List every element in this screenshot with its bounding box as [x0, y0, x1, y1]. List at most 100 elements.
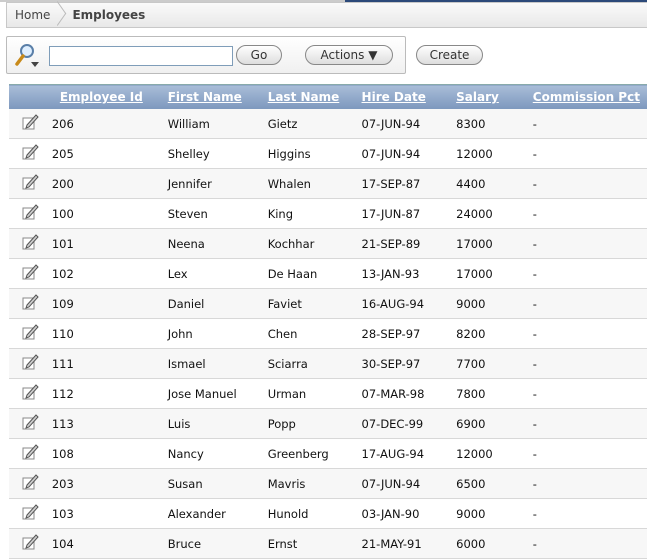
edit-cell: [9, 109, 52, 139]
cell-salary: 12000: [448, 438, 525, 469]
edit-pencil-icon[interactable]: [21, 294, 40, 314]
column-header-commission-pct[interactable]: Commission Pct: [524, 84, 647, 109]
edit-pencil-icon[interactable]: [21, 114, 40, 134]
edit-pencil-icon[interactable]: [21, 474, 40, 494]
cell-commission-pct: -: [524, 258, 647, 289]
cell-employee-id: 110: [51, 318, 160, 349]
cell-salary: 8200: [448, 318, 525, 349]
cell-employee-id: 100: [51, 198, 160, 229]
cell-commission-pct: -: [524, 468, 647, 499]
edit-cell: [9, 348, 52, 379]
cell-first-name: Steven: [159, 198, 260, 229]
table-row: 203 Susan Mavris 07-JUN-94 6500-: [9, 468, 647, 499]
cell-hire-date: 03-JAN-90: [353, 498, 449, 529]
cell-employee-id: 206: [51, 109, 160, 139]
table-row: 110 John Chen 28-SEP-97 8200-: [9, 318, 647, 349]
column-header-employee-id[interactable]: Employee Id: [51, 84, 160, 109]
table-row: 104 Bruce Ernst 21-MAY-91 6000-: [9, 528, 647, 559]
cell-first-name: Luis: [159, 408, 260, 439]
cell-salary: 7700: [448, 348, 525, 379]
edit-pencil-icon[interactable]: [21, 144, 40, 164]
search-input[interactable]: [49, 46, 233, 66]
cell-first-name: John: [159, 318, 260, 349]
edit-pencil-icon[interactable]: [21, 504, 40, 524]
cell-first-name: Ismael: [159, 348, 260, 379]
cell-employee-id: 108: [51, 438, 160, 469]
cell-salary: 12000: [448, 138, 525, 169]
cell-salary: 9000: [448, 498, 525, 529]
table-row: 100 Steven King 17-JUN-87 24000-: [9, 198, 647, 229]
edit-cell: [9, 168, 52, 199]
search-bar: Go Actions ▼: [6, 36, 406, 74]
cell-last-name: Faviet: [259, 288, 354, 319]
edit-cell: [9, 498, 52, 529]
create-button[interactable]: Create: [416, 45, 483, 65]
cell-salary: 6000: [448, 528, 525, 559]
cell-salary: 7800: [448, 378, 525, 409]
cell-last-name: Hunold: [259, 498, 354, 529]
table-row: 101 Neena Kochhar 21-SEP-89 17000-: [9, 228, 647, 259]
cell-commission-pct: -: [524, 138, 647, 169]
edit-pencil-icon[interactable]: [21, 444, 40, 464]
table-row: 111 Ismael Sciarra 30-SEP-97 7700-: [9, 348, 647, 379]
cell-salary: 17000: [448, 228, 525, 259]
cell-hire-date: 21-SEP-89: [353, 228, 449, 259]
edit-cell: [9, 288, 52, 319]
cell-hire-date: 28-SEP-97: [353, 318, 449, 349]
cell-employee-id: 109: [51, 288, 160, 319]
table-row: 206 William Gietz 07-JUN-94 8300-: [9, 109, 647, 139]
cell-commission-pct: -: [524, 378, 647, 409]
cell-employee-id: 200: [51, 168, 160, 199]
cell-hire-date: 07-JUN-94: [353, 138, 449, 169]
cell-commission-pct: -: [524, 438, 647, 469]
cell-first-name: Jose Manuel: [159, 378, 260, 409]
cell-first-name: Daniel: [159, 288, 260, 319]
column-header-hire-date[interactable]: Hire Date: [353, 84, 449, 109]
edit-pencil-icon[interactable]: [21, 204, 40, 224]
cell-first-name: Nancy: [159, 438, 260, 469]
cell-first-name: Bruce: [159, 528, 260, 559]
column-header-first-name[interactable]: First Name: [159, 84, 260, 109]
cell-last-name: Gietz: [259, 109, 354, 139]
cell-employee-id: 111: [51, 348, 160, 379]
edit-pencil-icon[interactable]: [21, 534, 40, 554]
cell-salary: 6500: [448, 468, 525, 499]
column-header-last-name[interactable]: Last Name: [259, 84, 354, 109]
cell-last-name: Mavris: [259, 468, 354, 499]
column-header-salary[interactable]: Salary: [448, 84, 525, 109]
edit-pencil-icon[interactable]: [21, 324, 40, 344]
edit-column-header: [9, 84, 52, 109]
cell-employee-id: 103: [51, 498, 160, 529]
cell-hire-date: 16-AUG-94: [353, 288, 449, 319]
go-button[interactable]: Go: [236, 45, 282, 65]
cell-first-name: Neena: [159, 228, 260, 259]
edit-pencil-icon[interactable]: [21, 414, 40, 434]
cell-hire-date: 13-JAN-93: [353, 258, 449, 289]
cell-last-name: King: [259, 198, 354, 229]
cell-last-name: Higgins: [259, 138, 354, 169]
employees-table: Employee Id First Name Last Name Hire Date S…: [9, 84, 647, 559]
cell-hire-date: 07-MAR-98: [353, 378, 449, 409]
cell-employee-id: 203: [51, 468, 160, 499]
edit-pencil-icon[interactable]: [21, 354, 40, 374]
cell-first-name: William: [159, 109, 260, 139]
cell-last-name: Ernst: [259, 528, 354, 559]
cell-hire-date: 17-SEP-87: [353, 168, 449, 199]
edit-pencil-icon[interactable]: [21, 174, 40, 194]
cell-employee-id: 113: [51, 408, 160, 439]
edit-pencil-icon[interactable]: [21, 384, 40, 404]
actions-button[interactable]: Actions ▼: [305, 45, 393, 65]
table-row: 112 Jose Manuel Urman 07-MAR-98 7800-: [9, 378, 647, 409]
edit-pencil-icon[interactable]: [21, 234, 40, 254]
breadcrumb: Home Employees: [6, 2, 647, 28]
breadcrumb-home[interactable]: Home: [15, 8, 50, 22]
edit-pencil-icon[interactable]: [21, 264, 40, 284]
cell-hire-date: 30-SEP-97: [353, 348, 449, 379]
cell-first-name: Shelley: [159, 138, 260, 169]
search-options-icon[interactable]: [14, 42, 40, 68]
cell-employee-id: 102: [51, 258, 160, 289]
table-row: 205 Shelley Higgins 07-JUN-94 12000-: [9, 138, 647, 169]
cell-hire-date: 21-MAY-91: [353, 528, 449, 559]
edit-cell: [9, 528, 52, 559]
table-row: 108 Nancy Greenberg 17-AUG-94 12000-: [9, 438, 647, 469]
